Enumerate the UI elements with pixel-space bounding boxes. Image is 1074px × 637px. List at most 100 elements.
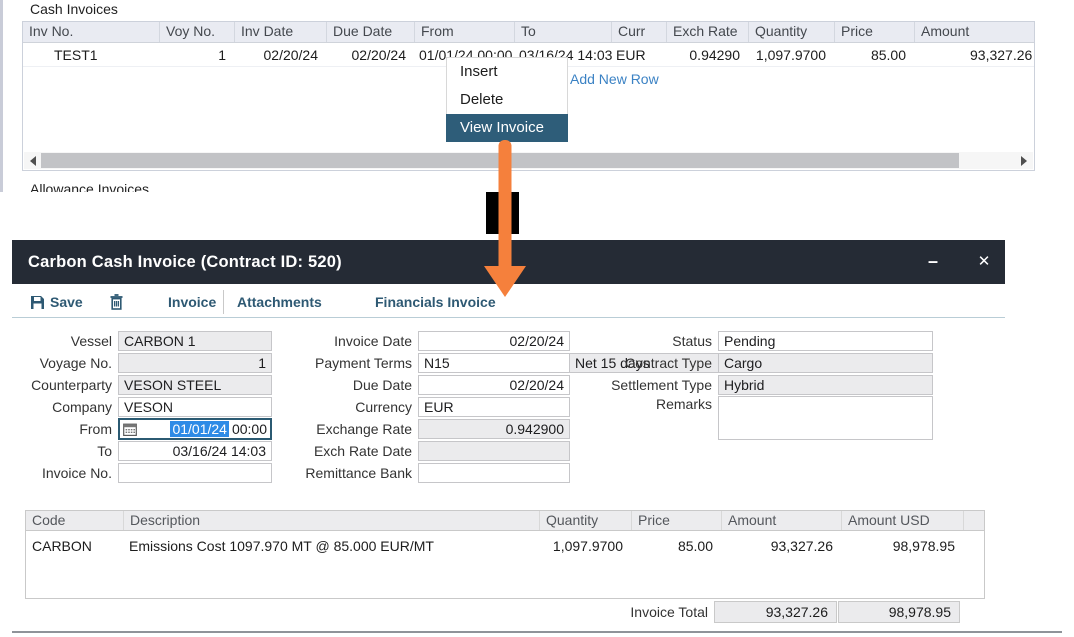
column-header-price[interactable]: Price (631, 511, 721, 530)
exchange-rate-label: Exchange Rate (298, 421, 418, 437)
to-field[interactable]: 03/16/24 14:03 (118, 441, 272, 461)
cash-invoices-section-title: Cash Invoices (30, 1, 118, 17)
cell-quantity[interactable]: 1,097.9700 (748, 47, 834, 63)
close-icon[interactable]: ✕ (966, 240, 1002, 284)
to-label: To (18, 443, 118, 459)
vessel-label: Vessel (18, 333, 118, 349)
column-header-exch-rate[interactable]: Exch Rate (666, 22, 748, 42)
remarks-label: Remarks (603, 396, 718, 412)
menu-item-delete[interactable]: Delete (447, 86, 567, 114)
invoice-no-label: Invoice No. (18, 465, 118, 481)
counterparty-field[interactable]: VESON STEEL (118, 375, 272, 395)
vessel-field[interactable]: CARBON 1 (118, 331, 272, 351)
toolbar-separator (223, 290, 224, 314)
cell-inv-no[interactable]: TEST1 (23, 47, 159, 63)
down-arrow-annotation-icon (478, 136, 532, 300)
voyage-no-label: Voyage No. (18, 355, 118, 371)
cell-quantity[interactable]: 1,097.9700 (539, 538, 631, 554)
cell-amount[interactable]: 93,327.26 (721, 538, 841, 554)
column-header-curr[interactable]: Curr (611, 22, 666, 42)
invoice-total-row: Invoice Total 93,327.26 98,978.95 (400, 601, 960, 623)
toolbar-divider (12, 317, 1005, 318)
items-body: CARBON Emissions Cost 1097.970 MT @ 85.0… (25, 531, 985, 599)
column-header-spacer (963, 511, 984, 530)
from-label: From (18, 421, 118, 437)
contract-type-label: Contract Type (603, 355, 718, 371)
form-column-left: Vessel CARBON 1 Voyage No. 1 Counterpart… (18, 330, 272, 484)
from-time-text[interactable]: 00:00 (229, 421, 267, 437)
remarks-field[interactable] (718, 396, 933, 440)
column-header-inv-no[interactable]: Inv No. (23, 22, 159, 42)
add-new-row-link[interactable]: Add New Row (570, 71, 659, 87)
column-header-description[interactable]: Description (123, 511, 539, 530)
items-header-row: Code Description Quantity Price Amount A… (25, 510, 985, 531)
currency-label: Currency (298, 399, 418, 415)
cash-invoices-header-row: Inv No. Voy No. Inv Date Due Date From T… (23, 22, 1034, 43)
calendar-icon[interactable] (123, 423, 137, 436)
currency-field[interactable]: EUR (418, 397, 570, 417)
voyage-no-field[interactable]: 1 (118, 353, 272, 373)
company-label: Company (18, 399, 118, 415)
status-field[interactable]: Pending (718, 331, 933, 351)
invoice-total-label: Invoice Total (400, 604, 712, 620)
cell-description[interactable]: Emissions Cost 1097.970 MT @ 85.000 EUR/… (123, 538, 539, 554)
invoice-items-table: Code Description Quantity Price Amount A… (25, 510, 985, 599)
cell-exch-rate[interactable]: 0.94290 (666, 47, 748, 63)
cell-due-date[interactable]: 02/20/24 (326, 47, 414, 63)
from-date-selected-text[interactable]: 01/01/24 (170, 421, 229, 437)
screen: Cash Invoices Inv No. Voy No. Inv Date D… (0, 0, 1074, 637)
column-header-quantity[interactable]: Quantity (748, 22, 834, 42)
column-header-to[interactable]: To (514, 22, 611, 42)
status-label: Status (603, 333, 718, 349)
tab-attachments[interactable]: Attachments (237, 293, 322, 311)
counterparty-label: Counterparty (18, 377, 118, 393)
settlement-type-field[interactable]: Hybrid (718, 375, 933, 395)
contract-type-field[interactable]: Cargo (718, 353, 933, 373)
cell-spacer (963, 538, 984, 554)
save-button[interactable]: Save (30, 293, 83, 311)
invoice-date-field[interactable]: 02/20/24 (418, 331, 570, 351)
column-header-due-date[interactable]: Due Date (326, 22, 414, 42)
column-header-quantity[interactable]: Quantity (539, 511, 631, 530)
tab-invoice[interactable]: Invoice (168, 293, 216, 311)
cell-inv-date[interactable]: 02/20/24 (234, 47, 326, 63)
cell-voy-no[interactable]: 1 (159, 47, 234, 63)
scroll-right-icon[interactable] (1021, 156, 1027, 166)
menu-item-insert[interactable]: Insert (447, 58, 567, 86)
cell-price[interactable]: 85.00 (631, 538, 721, 554)
due-date-label: Due Date (298, 377, 418, 393)
remittance-bank-label: Remittance Bank (298, 465, 418, 481)
allowance-invoices-section-title: Allowance Invoices (30, 181, 149, 192)
cell-price[interactable]: 85.00 (834, 47, 914, 63)
due-date-field[interactable]: 02/20/24 (418, 375, 570, 395)
cell-code[interactable]: CARBON (26, 538, 123, 554)
exch-rate-date-field[interactable] (418, 441, 570, 461)
payment-terms-code-field[interactable]: N15 (418, 353, 570, 373)
column-header-from[interactable]: From (414, 22, 514, 42)
column-header-amount-usd[interactable]: Amount USD (841, 511, 963, 530)
exch-rate-date-label: Exch Rate Date (298, 443, 418, 459)
remittance-bank-field[interactable] (418, 463, 570, 483)
column-header-price[interactable]: Price (834, 22, 914, 42)
exchange-rate-field[interactable]: 0.942900 (418, 419, 570, 439)
invoice-no-field[interactable] (118, 463, 272, 483)
delete-button[interactable] (110, 293, 123, 311)
table-row[interactable]: CARBON Emissions Cost 1097.970 MT @ 85.0… (26, 531, 984, 554)
bottom-divider (12, 631, 1062, 633)
column-header-voy-no[interactable]: Voy No. (159, 22, 234, 42)
column-header-amount[interactable]: Amount (914, 22, 1034, 42)
cell-amount-usd[interactable]: 98,978.95 (841, 538, 963, 554)
cell-amount[interactable]: 93,327.26 (914, 47, 1034, 63)
cell-curr[interactable]: EUR (611, 47, 666, 63)
invoice-date-label: Invoice Date (298, 333, 418, 349)
column-header-inv-date[interactable]: Inv Date (234, 22, 326, 42)
company-field[interactable]: VESON (118, 397, 272, 417)
from-field[interactable]: 01/01/24 00:00 (118, 418, 272, 440)
column-header-amount[interactable]: Amount (721, 511, 841, 530)
scroll-left-icon[interactable] (30, 156, 36, 166)
payment-terms-label: Payment Terms (298, 355, 418, 371)
minimize-icon[interactable]: – (915, 240, 951, 284)
column-header-code[interactable]: Code (26, 511, 123, 530)
form-column-right: Status Pending Contract Type Cargo Settl… (603, 330, 933, 442)
context-menu: Insert Delete View Invoice (446, 57, 568, 142)
